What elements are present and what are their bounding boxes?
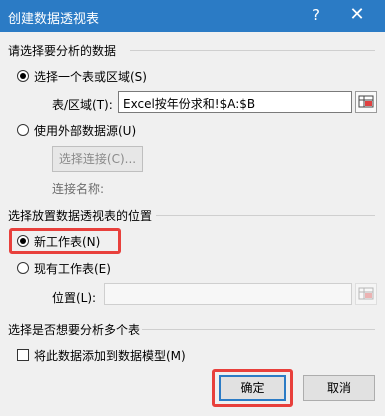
divider: [130, 50, 375, 51]
radio-table-range-label[interactable]: 选择一个表或区域(S): [34, 68, 147, 85]
location-label: 位置(L):: [52, 291, 97, 305]
close-icon[interactable]: ✕: [344, 4, 370, 26]
radio-existing-sheet-label[interactable]: 现有工作表(E): [34, 260, 111, 277]
radio-external-source[interactable]: [17, 124, 29, 136]
title-bar: 创建数据透视表 ? ✕: [0, 0, 385, 32]
section-heading-analyze: 请选择要分析的数据: [8, 44, 117, 58]
range-select-icon: [358, 95, 374, 108]
range-select-button[interactable]: [355, 91, 377, 113]
divider: [142, 329, 375, 330]
radio-external-source-label[interactable]: 使用外部数据源(U): [34, 122, 136, 139]
table-range-value: Excel按年份求和!$A:$B: [123, 97, 256, 111]
divider: [156, 215, 375, 216]
location-range-select-button[interactable]: [355, 283, 377, 305]
radio-new-sheet-label[interactable]: 新工作表(N): [34, 233, 100, 250]
radio-new-sheet[interactable]: [17, 235, 29, 247]
location-input[interactable]: [104, 283, 352, 305]
table-range-input[interactable]: Excel按年份求和!$A:$B: [118, 91, 352, 113]
window-title: 创建数据透视表: [8, 12, 100, 27]
cancel-button[interactable]: 取消: [303, 375, 375, 401]
table-range-label: 表/区域(T):: [52, 98, 113, 112]
choose-connection-button[interactable]: 选择连接(C)...: [52, 146, 143, 172]
data-model-checkbox[interactable]: [17, 349, 29, 361]
help-icon[interactable]: ?: [306, 4, 326, 26]
section-heading-multi: 选择是否想要分析多个表: [8, 323, 141, 337]
connection-name-label: 连接名称:: [52, 182, 105, 196]
radio-table-range[interactable]: [17, 70, 29, 82]
radio-existing-sheet[interactable]: [17, 262, 29, 274]
data-model-checkbox-label[interactable]: 将此数据添加到数据模型(M): [34, 347, 186, 364]
ok-button[interactable]: 确定: [219, 375, 286, 401]
section-heading-location: 选择放置数据透视表的位置: [8, 209, 153, 223]
range-select-icon: [358, 287, 374, 300]
